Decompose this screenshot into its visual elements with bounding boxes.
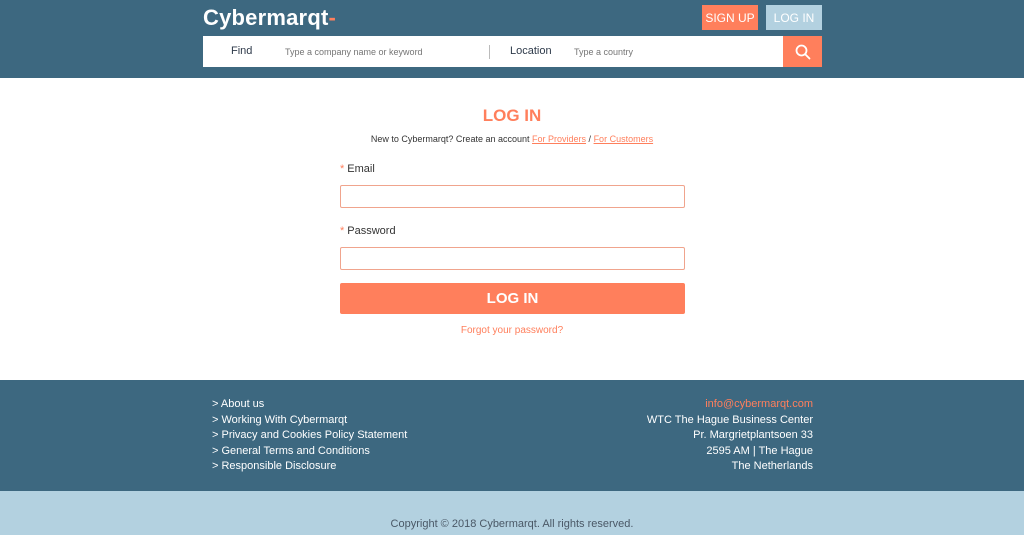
footer-link-about[interactable]: > About us bbox=[212, 397, 407, 413]
email-label: * Email bbox=[340, 163, 375, 175]
password-label-text: Password bbox=[347, 225, 396, 237]
site-footer: > About us > Working With Cybermarqt > P… bbox=[0, 380, 1024, 491]
location-input[interactable] bbox=[574, 40, 774, 63]
search-divider bbox=[489, 45, 490, 59]
find-input[interactable] bbox=[285, 40, 485, 63]
footer-links: > About us > Working With Cybermarqt > P… bbox=[212, 397, 407, 475]
footer-link-terms[interactable]: > General Terms and Conditions bbox=[212, 444, 407, 460]
required-mark: * bbox=[340, 225, 345, 237]
signup-prompt: New to Cybermarqt? Create an account For… bbox=[0, 134, 1024, 144]
site-header: Cybermarqt- SIGN UP LOG IN Find Location bbox=[0, 0, 1024, 78]
address-line: The Netherlands bbox=[731, 460, 813, 473]
search-bar: Find Location bbox=[203, 36, 783, 67]
copyright-text: Copyright © 2018 Cybermarqt. All rights … bbox=[390, 518, 634, 530]
footer-link-privacy[interactable]: > Privacy and Cookies Policy Statement bbox=[212, 428, 407, 444]
email-field[interactable] bbox=[340, 185, 685, 208]
footer-contact: info@cybermarqt.com WTC The Hague Busine… bbox=[647, 397, 813, 475]
signup-prompt-text: New to Cybermarqt? Create an account bbox=[370, 134, 530, 144]
address-line: WTC The Hague Business Center bbox=[646, 413, 813, 426]
email-label-text: Email bbox=[347, 163, 375, 175]
copyright-bar: Copyright © 2018 Cybermarqt. All rights … bbox=[0, 491, 1024, 535]
logo-text: Cybermarqt bbox=[203, 5, 329, 30]
login-submit-button[interactable]: LOG IN bbox=[340, 283, 685, 314]
login-title: LOG IN bbox=[482, 106, 542, 125]
forgot-password-link[interactable]: Forgot your password? bbox=[0, 325, 1024, 336]
link-separator: / bbox=[588, 134, 592, 144]
logo-dash: - bbox=[328, 5, 337, 30]
address-line: Pr. Margrietplantsoen 33 bbox=[693, 429, 813, 442]
find-label: Find bbox=[231, 45, 253, 57]
footer-link-disclosure[interactable]: > Responsible Disclosure bbox=[212, 459, 407, 475]
site-logo[interactable]: Cybermarqt- bbox=[203, 5, 336, 31]
search-icon bbox=[795, 44, 810, 59]
password-label: * Password bbox=[340, 225, 396, 237]
password-field[interactable] bbox=[340, 247, 685, 270]
customers-link[interactable]: For Customers bbox=[594, 134, 654, 144]
address-line: 2595 AM | The Hague bbox=[706, 444, 813, 457]
location-label: Location bbox=[510, 45, 552, 57]
required-mark: * bbox=[340, 163, 345, 175]
signup-button[interactable]: SIGN UP bbox=[702, 5, 758, 30]
header-login-button[interactable]: LOG IN bbox=[766, 5, 822, 30]
footer-link-working[interactable]: > Working With Cybermarqt bbox=[212, 413, 407, 429]
providers-link[interactable]: For Providers bbox=[532, 134, 586, 144]
contact-email-link[interactable]: info@cybermarqt.com bbox=[647, 397, 813, 413]
search-button[interactable] bbox=[783, 36, 822, 67]
